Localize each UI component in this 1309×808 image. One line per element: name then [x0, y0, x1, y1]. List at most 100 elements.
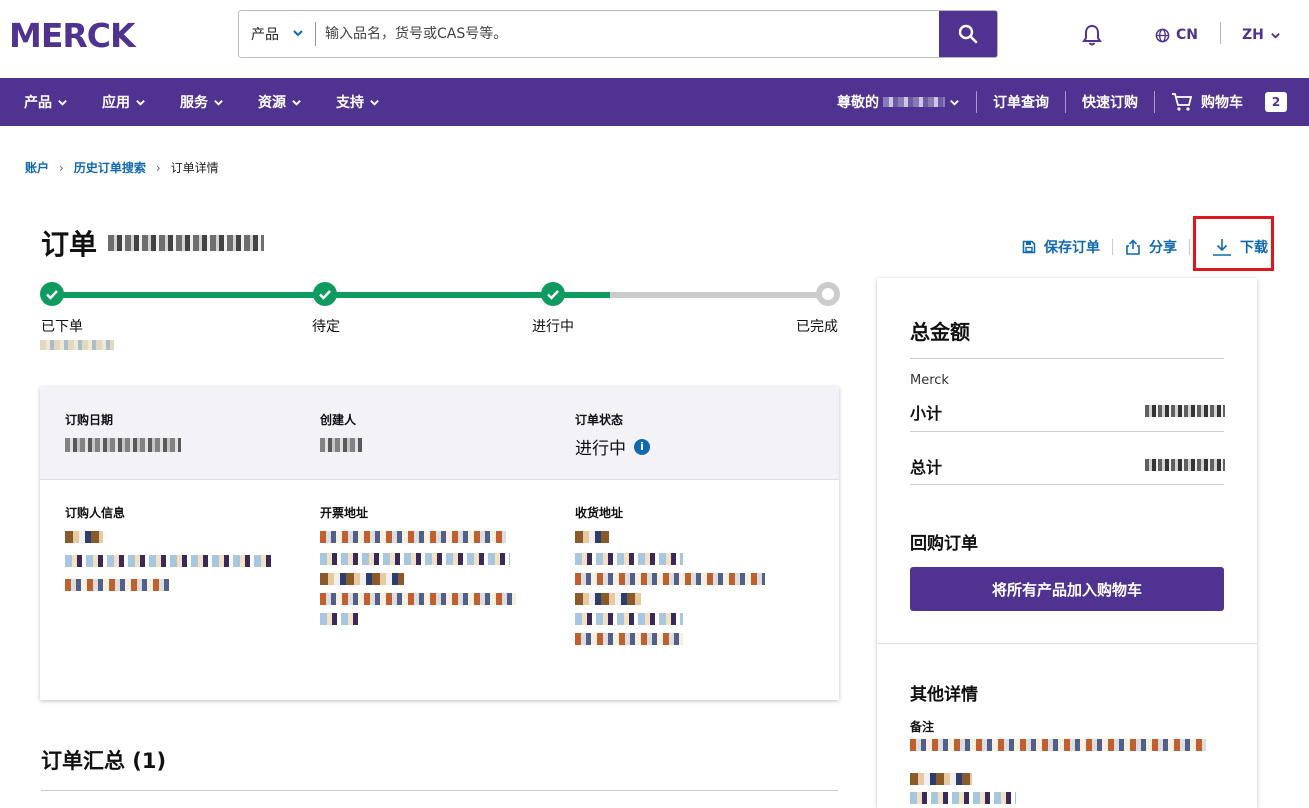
chevron-down-icon — [370, 99, 379, 106]
breadcrumb-account[interactable]: 账户 — [25, 159, 49, 176]
search-category-label: 产品 — [251, 27, 279, 43]
main-nav: 产品 应用 服务 资源 支持 尊敬的 订单查询 快速订购 购物车 2 — [0, 78, 1309, 126]
order-status: 进行中 i — [575, 434, 735, 459]
chevron-down-icon — [136, 99, 145, 106]
save-order-label: 保存订单 — [1044, 240, 1100, 256]
svg-text:MERCK: MERCK — [9, 18, 137, 52]
notification-button[interactable] — [1081, 23, 1103, 47]
totals-divider — [910, 431, 1224, 432]
chevron-down-icon — [292, 99, 301, 106]
breadcrumb-current: 订单详情 — [170, 161, 219, 175]
search-button[interactable] — [939, 11, 997, 57]
totals-title: 总金额 — [910, 320, 970, 344]
greeting-label: 尊敬的 — [837, 95, 879, 111]
redacted-username — [883, 97, 945, 107]
step-complete-dot-icon — [816, 282, 840, 306]
search-input[interactable] — [325, 11, 935, 57]
creator-label: 创建人 — [320, 413, 357, 427]
redacted-buyer-line — [65, 531, 103, 543]
nav-label: 应用 — [102, 95, 130, 111]
redacted-billing-line — [320, 531, 506, 543]
add-all-to-cart-button[interactable]: 将所有产品加入购物车 — [910, 567, 1224, 611]
redacted-subtotal — [1145, 405, 1225, 417]
nav-label: 资源 — [258, 95, 286, 111]
redacted-billing-line — [320, 573, 404, 585]
action-divider — [1112, 239, 1113, 255]
redacted-buyer-line — [65, 555, 271, 567]
panel-divider — [877, 643, 1257, 644]
chevron-right-icon: › — [59, 160, 64, 175]
step-label-placed: 已下单 — [41, 319, 83, 335]
total-label: 总计 — [910, 458, 943, 477]
totals-divider — [910, 484, 1224, 485]
redacted-shipping-line — [575, 613, 683, 625]
vendor-name: Merck — [910, 373, 949, 388]
redacted-billing-line — [320, 613, 362, 625]
cart-button[interactable]: 购物车 2 — [1171, 92, 1287, 112]
redacted-buyer-line — [65, 579, 169, 591]
redacted-note-line — [910, 773, 972, 785]
redacted-shipping-line — [575, 553, 683, 565]
chevron-down-icon — [1271, 32, 1280, 39]
redacted-shipping-line — [575, 593, 641, 605]
redacted-note-line — [910, 792, 1016, 804]
cart-count-badge: 2 — [1265, 92, 1287, 112]
other-details-title: 其他详情 — [910, 685, 978, 705]
order-info-summary: 订购日期 创建人 订单状态 进行中 i — [40, 387, 839, 480]
step-pending-check-icon — [313, 282, 337, 306]
chevron-down-icon — [950, 99, 959, 106]
summary-divider — [41, 790, 838, 791]
nav-divider — [976, 91, 977, 113]
billing-address-label: 开票地址 — [320, 506, 369, 520]
redacted-creator — [320, 438, 362, 452]
order-lookup-link[interactable]: 订单查询 — [993, 92, 1049, 112]
language-label: ZH — [1242, 27, 1264, 43]
totals-divider — [910, 358, 1224, 359]
language-selector[interactable]: ZH — [1242, 24, 1281, 46]
account-menu[interactable]: 尊敬的 — [837, 92, 960, 112]
share-label: 分享 — [1149, 240, 1177, 256]
cart-icon — [1172, 93, 1193, 111]
redacted-billing-line — [320, 553, 510, 565]
order-status-value: 进行中 — [575, 439, 626, 459]
shipping-address-label: 收货地址 — [575, 506, 624, 520]
chevron-down-icon — [214, 99, 223, 106]
redacted-shipping-line — [575, 573, 765, 585]
nav-item-products[interactable]: 产品 — [24, 92, 68, 112]
redacted-billing-line — [320, 593, 516, 605]
order-progress: 已下单 待定 进行中 已完成 — [40, 282, 840, 362]
nav-item-applications[interactable]: 应用 — [102, 92, 146, 112]
buyer-info-label: 订购人信息 — [65, 506, 126, 520]
search-category-select[interactable]: 产品 — [239, 11, 315, 57]
reorder-title: 回购订单 — [910, 534, 978, 554]
merck-logo[interactable]: MERCK — [9, 16, 165, 55]
chevron-right-icon: › — [155, 160, 161, 175]
breadcrumb-order-history[interactable]: 历史订单搜索 — [74, 159, 146, 176]
search-icon — [958, 24, 978, 44]
nav-item-services[interactable]: 服务 — [180, 92, 224, 112]
region-selector[interactable]: CN — [1155, 24, 1198, 46]
info-icon[interactable]: i — [634, 438, 650, 455]
note-label: 备注 — [910, 720, 935, 734]
cart-label: 购物车 — [1201, 95, 1243, 111]
search-divider — [315, 22, 316, 46]
globe-icon — [1155, 28, 1170, 42]
chevron-down-icon — [58, 99, 67, 106]
redacted-total — [1145, 459, 1225, 471]
nav-label: 服务 — [180, 95, 208, 111]
order-date-label: 订购日期 — [65, 413, 114, 427]
nav-item-resources[interactable]: 资源 — [258, 92, 302, 112]
subtotal-label: 小计 — [910, 404, 943, 423]
nav-divider — [1065, 91, 1066, 113]
header-divider — [1220, 22, 1221, 44]
redacted-order-date — [65, 438, 181, 452]
save-icon — [1022, 240, 1036, 254]
region-label: CN — [1176, 27, 1198, 43]
bell-icon — [1082, 24, 1102, 46]
quick-order-link[interactable]: 快速订购 — [1082, 92, 1138, 112]
redacted-order-number — [108, 235, 264, 251]
save-order-button[interactable]: 保存订单 — [1022, 237, 1100, 257]
share-button[interactable]: 分享 — [1125, 237, 1177, 257]
nav-item-support[interactable]: 支持 — [336, 92, 380, 112]
step-label-complete: 已完成 — [796, 319, 838, 335]
